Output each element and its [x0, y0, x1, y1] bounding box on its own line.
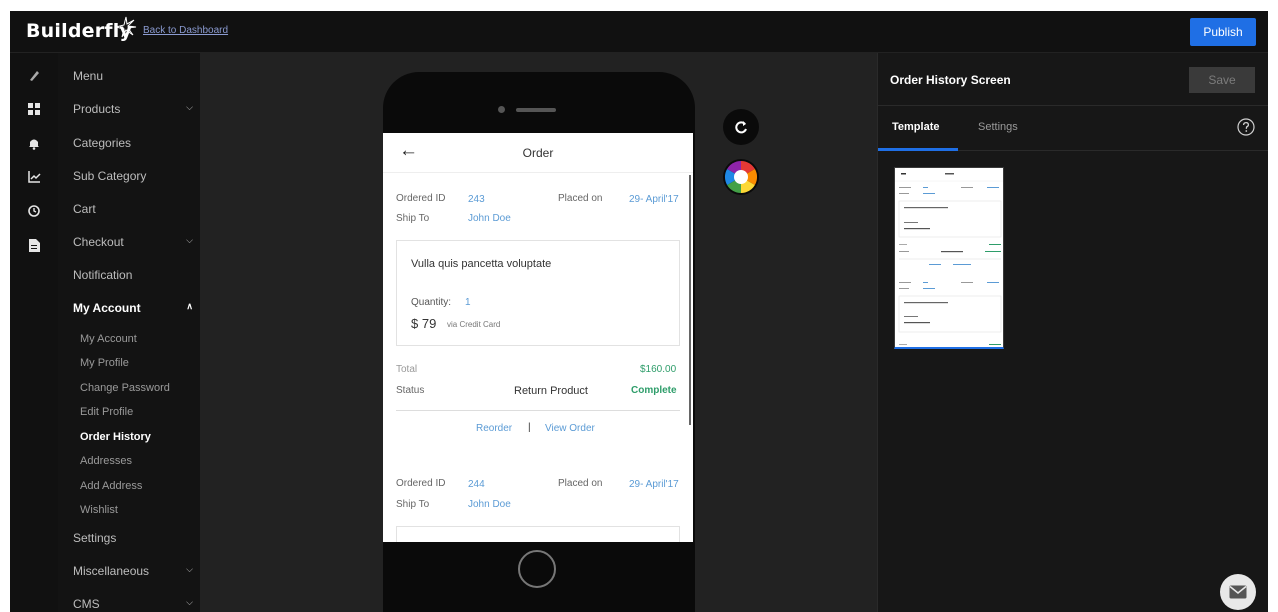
nav-item-label: Notification: [73, 268, 133, 282]
icon-rail: [10, 53, 58, 612]
ordered-id-label: Ordered ID: [396, 193, 446, 204]
panel-tabs: Template Settings: [878, 106, 1268, 151]
nav-item-label: CMS: [73, 597, 100, 611]
save-button[interactable]: Save: [1189, 67, 1255, 93]
nav-item-label: Checkout: [73, 235, 124, 249]
chevron-down-icon: ⌵: [186, 597, 193, 607]
panel-header: Order History Screen Save: [878, 53, 1268, 106]
ship-to-value: John Doe: [468, 499, 511, 510]
nav-item-label: Categories: [73, 136, 132, 150]
top-bar: Builderfly Back to Dashboard Publish: [10, 11, 1268, 53]
reorder-link[interactable]: Reorder: [476, 423, 512, 434]
refresh-icon[interactable]: [723, 109, 759, 145]
product-name: Vulla quis pancetta voluptate: [411, 258, 552, 270]
payment-method: via Credit Card: [447, 320, 501, 329]
preview-canvas: ← Order Ordered ID 243 Placed on 29- Apr…: [200, 53, 877, 612]
nav-sub-add-address[interactable]: Add Address: [80, 480, 142, 492]
panel-title: Order History Screen: [890, 73, 1011, 87]
quantity-label: Quantity:: [411, 297, 452, 308]
logo-mark-icon: [115, 16, 137, 38]
phone-speaker: [516, 108, 556, 112]
nav-item-label: Products: [73, 102, 121, 116]
ship-to-value: John Doe: [468, 213, 511, 224]
nav-sub-wishlist[interactable]: Wishlist: [80, 504, 118, 516]
ordered-id-value: 243: [468, 194, 485, 205]
nav-item-categories[interactable]: Categories: [73, 136, 197, 150]
color-wheel-icon[interactable]: [723, 159, 759, 195]
nav-sub-my-profile[interactable]: My Profile: [80, 357, 129, 369]
total-label: Total: [396, 364, 418, 375]
chat-mail-icon[interactable]: [1220, 574, 1256, 610]
brush-icon[interactable]: [24, 65, 44, 85]
placed-on-value: 29- April'17: [629, 479, 679, 490]
nav-item-label: Cart: [73, 202, 96, 216]
scrollbar[interactable]: [689, 175, 691, 425]
app-window: Builderfly Back to Dashboard Publish Men…: [10, 11, 1268, 612]
nav-item-cart[interactable]: Cart: [73, 202, 197, 216]
order-item-card[interactable]: [396, 526, 680, 542]
status-label: Status: [396, 385, 425, 396]
properties-panel: Order History Screen Save Template Setti…: [877, 53, 1268, 612]
quantity-value: 1: [465, 297, 471, 308]
phone-home-button: [518, 550, 556, 588]
placed-on-value: 29- April'17: [629, 194, 679, 205]
bell-icon[interactable]: [24, 133, 44, 153]
template-preview-graphic: [895, 168, 1003, 345]
publish-button[interactable]: Publish: [1190, 18, 1256, 46]
screen-header: ← Order: [383, 133, 693, 173]
action-separator: |: [528, 422, 531, 433]
nav-item-checkout[interactable]: Checkout ⌵: [73, 235, 197, 249]
order-status: Complete: [631, 385, 677, 396]
order-item-card[interactable]: Vulla quis pancetta voluptate Quantity: …: [396, 240, 680, 346]
nav-sub-edit-profile[interactable]: Edit Profile: [80, 406, 133, 418]
tab-settings[interactable]: Settings: [978, 121, 1018, 133]
nav-item-settings[interactable]: Settings: [73, 531, 197, 545]
nav-item-miscellaneous[interactable]: Miscellaneous ⌵: [73, 564, 197, 578]
active-tab-indicator: [878, 148, 958, 151]
nav-item-products[interactable]: Products ⌵: [73, 102, 197, 116]
item-price: $ 79: [411, 316, 437, 331]
phone-mockup: ← Order Ordered ID 243 Placed on 29- Apr…: [383, 72, 695, 612]
ordered-id-value: 244: [468, 479, 485, 490]
nav-sub-addresses[interactable]: Addresses: [80, 455, 132, 467]
ship-to-label: Ship To: [396, 499, 430, 510]
clock-icon[interactable]: [24, 201, 44, 221]
tab-template[interactable]: Template: [892, 121, 939, 133]
nav-sub-order-history[interactable]: Order History: [80, 431, 151, 443]
nav-sidebar: Menu Products ⌵ Categories Sub Category C…: [58, 53, 200, 612]
divider: [396, 410, 680, 411]
ship-to-label: Ship To: [396, 213, 430, 224]
nav-item-label: Sub Category: [73, 169, 147, 183]
nav-item-cms[interactable]: CMS ⌵: [73, 597, 197, 611]
chevron-up-icon: ∧: [186, 301, 193, 311]
chart-icon[interactable]: [24, 167, 44, 187]
screen-title: Order: [522, 146, 554, 160]
back-to-dashboard-link[interactable]: Back to Dashboard: [143, 25, 228, 36]
nav-item-notification[interactable]: Notification: [73, 268, 197, 282]
view-order-link[interactable]: View Order: [545, 423, 595, 434]
nav-item-label: Settings: [73, 531, 117, 545]
total-value: $160.00: [640, 364, 677, 375]
chevron-down-icon: ⌵: [186, 102, 193, 112]
nav-item-menu[interactable]: Menu: [73, 69, 197, 83]
nav-item-my-account[interactable]: My Account ∧: [73, 301, 197, 315]
nav-item-label: Miscellaneous: [73, 564, 150, 578]
ordered-id-label: Ordered ID: [396, 478, 446, 489]
template-thumbnail[interactable]: [894, 167, 1004, 349]
return-product-button[interactable]: Return Product: [514, 385, 588, 397]
nav-sub-change-password[interactable]: Change Password: [80, 382, 170, 394]
grid-icon[interactable]: [24, 99, 44, 119]
nav-item-sub-category[interactable]: Sub Category: [73, 169, 197, 183]
placed-on-label: Placed on: [558, 193, 603, 204]
help-icon[interactable]: [1237, 118, 1255, 136]
nav-sub-my-account[interactable]: My Account: [80, 333, 137, 345]
placed-on-label: Placed on: [558, 478, 603, 489]
chevron-down-icon: ⌵: [186, 564, 193, 574]
phone-camera: [498, 106, 505, 113]
nav-item-label: My Account: [73, 301, 141, 315]
chevron-down-icon: ⌵: [186, 235, 193, 245]
nav-item-label: Menu: [73, 69, 104, 83]
document-icon[interactable]: [24, 235, 44, 255]
phone-screen: ← Order Ordered ID 243 Placed on 29- Apr…: [383, 133, 693, 542]
